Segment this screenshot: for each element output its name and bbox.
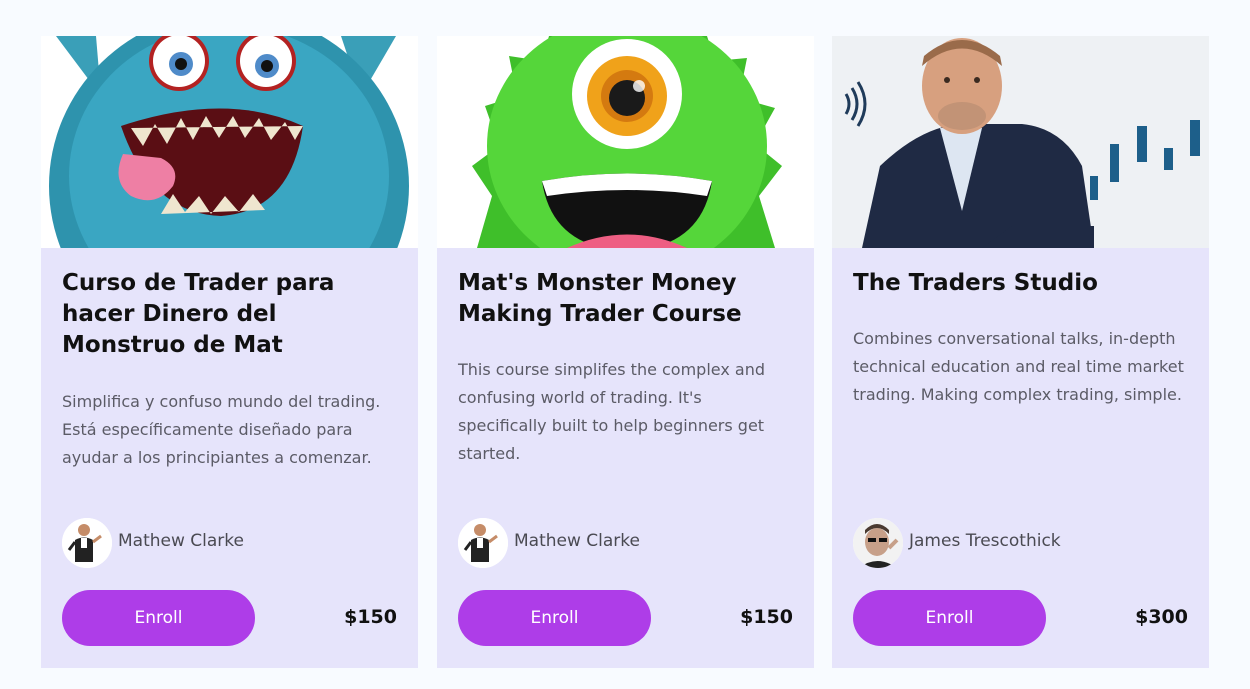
course-title: Mat's Monster Money Making Trader Course (458, 270, 742, 327)
author-avatar-icon (458, 518, 508, 568)
author-row: Mathew Clarke (62, 518, 397, 568)
course-title: The Traders Studio (853, 270, 1098, 296)
avatar (62, 518, 112, 568)
course-card: Mat's Monster Money Making Trader Course… (437, 36, 814, 668)
course-description: Simplifica y confuso mundo del trading. … (62, 392, 381, 467)
blue-monster-illustration (41, 36, 418, 248)
course-image-green-monster[interactable] (437, 36, 814, 248)
course-title: Curso de Trader para hacer Dinero del Mo… (62, 270, 335, 358)
avatar (853, 518, 903, 568)
enroll-button[interactable]: Enroll (853, 590, 1046, 646)
author-avatar-icon (853, 518, 903, 568)
course-price: $150 (740, 606, 793, 628)
course-image-presenter[interactable] (832, 36, 1209, 248)
green-monster-illustration (437, 36, 814, 248)
enroll-button[interactable]: Enroll (458, 590, 651, 646)
author-avatar-icon (62, 518, 112, 568)
course-description: Combines conversational talks, in-depth … (853, 329, 1184, 404)
presenter-photo (832, 36, 1209, 248)
author-name[interactable]: Mathew Clarke (118, 531, 244, 551)
enroll-button[interactable]: Enroll (62, 590, 255, 646)
author-name[interactable]: Mathew Clarke (514, 531, 640, 551)
course-price: $150 (344, 606, 397, 628)
course-image-blue-monster[interactable] (41, 36, 418, 248)
card-content: Curso de Trader para hacer Dinero del Mo… (62, 248, 397, 668)
course-card: Curso de Trader para hacer Dinero del Mo… (41, 36, 418, 668)
author-name[interactable]: James Trescothick (909, 531, 1061, 551)
avatar (458, 518, 508, 568)
author-row: James Trescothick (853, 518, 1188, 568)
course-price: $300 (1135, 606, 1188, 628)
course-card: The Traders Studio Combines conversation… (832, 36, 1209, 668)
course-description: This course simplifes the complex and co… (458, 360, 765, 463)
card-content: The Traders Studio Combines conversation… (853, 248, 1188, 668)
card-content: Mat's Monster Money Making Trader Course… (458, 248, 793, 668)
author-row: Mathew Clarke (458, 518, 793, 568)
